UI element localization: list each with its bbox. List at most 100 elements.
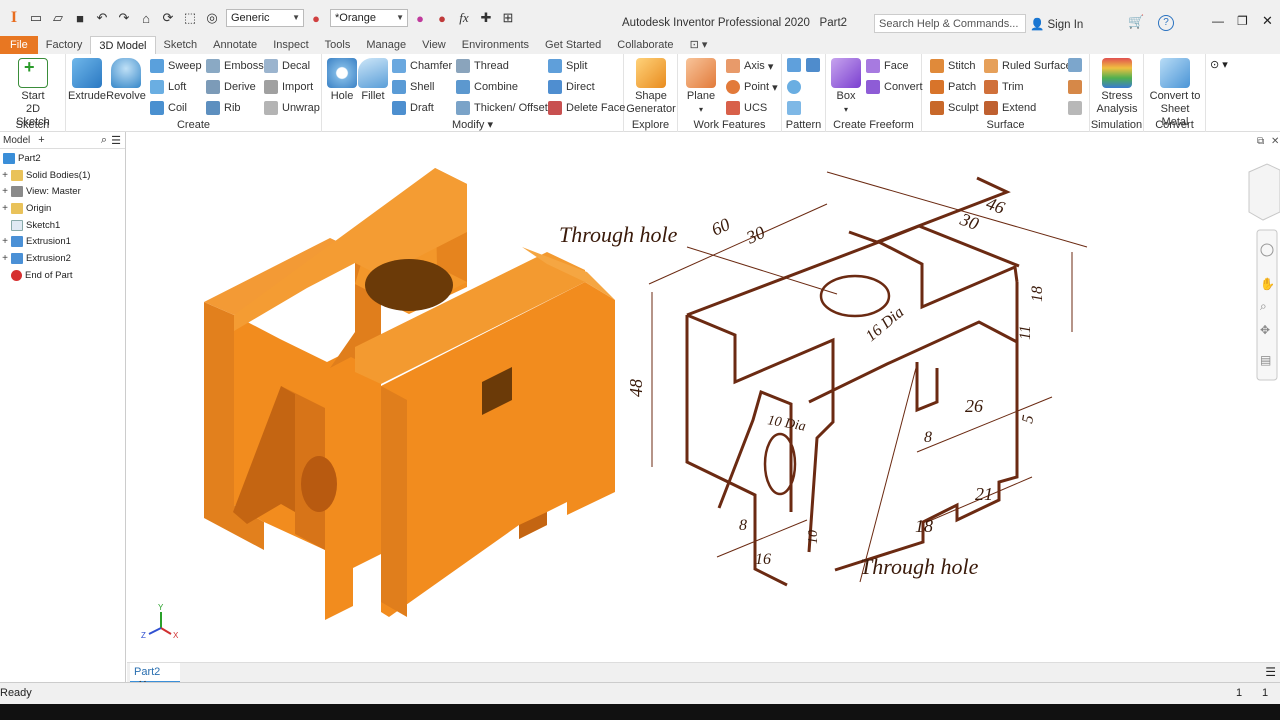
clear-icon[interactable]: ● — [432, 8, 452, 28]
revolve-button[interactable]: Revolve — [106, 58, 146, 103]
tab-sketch[interactable]: Sketch — [156, 36, 206, 54]
surface-tool-1-button[interactable] — [1068, 58, 1086, 72]
minimize-icon[interactable]: — — [1212, 14, 1224, 28]
expand-icon[interactable]: + — [0, 203, 10, 214]
ribbon-more-icon[interactable]: ⊙ ▾ — [1210, 58, 1228, 71]
loft-button[interactable]: Loft — [150, 80, 186, 94]
unwrap-button[interactable]: Unwrap — [264, 101, 320, 115]
tree-item-extrusion1[interactable]: + Extrusion1 — [0, 233, 125, 250]
extend-button[interactable]: Extend — [984, 101, 1036, 115]
appearance-icon[interactable]: ● — [306, 8, 326, 28]
restore-icon[interactable]: ❐ — [1237, 14, 1248, 28]
tab-3d-model[interactable]: 3D Model — [90, 36, 156, 54]
sign-in-link[interactable]: 👤 Sign In — [1030, 17, 1083, 31]
thread-button[interactable]: Thread — [456, 59, 509, 73]
viewport-maximize-icon[interactable]: ⧉ — [1257, 136, 1264, 147]
coil-button[interactable]: Coil — [150, 101, 187, 115]
cart-icon[interactable]: 🛒 — [1128, 14, 1144, 30]
redo-icon[interactable]: ↷ — [114, 8, 134, 28]
home-icon[interactable]: ⌂ — [136, 8, 156, 28]
plane-dropdown-icon[interactable]: ▾ — [699, 103, 703, 116]
plane-button[interactable]: Plane ▾ — [682, 58, 720, 116]
new-file-icon[interactable]: ▭ — [26, 8, 46, 28]
search-help-input[interactable]: Search Help & Commands... — [874, 14, 1026, 33]
open-file-icon[interactable]: ▱ — [48, 8, 68, 28]
box-dropdown-icon[interactable]: ▾ — [844, 103, 848, 116]
patch-button[interactable]: Patch — [930, 80, 976, 94]
add-icon[interactable]: ✚ — [476, 8, 496, 28]
tab-get-started[interactable]: Get Started — [537, 36, 609, 54]
rib-button[interactable]: Rib — [206, 101, 241, 115]
mirror-button[interactable] — [806, 58, 824, 72]
look-at-icon[interactable]: ▤ — [1260, 353, 1271, 367]
tab-tools[interactable]: Tools — [317, 36, 359, 54]
update-icon[interactable]: ⟳ — [158, 8, 178, 28]
fillet-button[interactable]: Fillet — [358, 58, 388, 103]
box-button[interactable]: Box ▾ — [830, 58, 862, 116]
rectangular-pattern-button[interactable] — [787, 58, 805, 72]
shape-generator-button[interactable]: Shape Generator — [626, 58, 676, 116]
expand-icon[interactable]: + — [0, 236, 10, 247]
tree-item-end-of-part[interactable]: End of Part — [0, 267, 125, 284]
view-cube[interactable] — [1248, 163, 1280, 221]
browser-search-icon[interactable]: ⌕ — [101, 134, 107, 147]
circular-pattern-button[interactable] — [787, 80, 805, 94]
stress-analysis-button[interactable]: Stress Analysis — [1094, 58, 1140, 116]
select-icon[interactable]: ⬚ — [180, 8, 200, 28]
doc-tabs-menu-icon[interactable]: ☰ — [1265, 665, 1276, 679]
save-icon[interactable]: ■ — [70, 8, 90, 28]
sculpt-button[interactable]: Sculpt — [930, 101, 979, 115]
orbit-icon[interactable]: ✥ — [1260, 323, 1270, 337]
decal-button[interactable]: Decal — [264, 59, 310, 73]
emboss-button[interactable]: Emboss — [206, 59, 264, 73]
trim-button[interactable]: Trim — [984, 80, 1024, 94]
tab-file[interactable]: File — [0, 36, 38, 54]
inventor-logo-icon[interactable]: I — [4, 6, 24, 30]
tree-item-view-master[interactable]: + View: Master — [0, 183, 125, 200]
delete-face-button[interactable]: Delete Face — [548, 101, 625, 115]
close-window-icon[interactable]: ✕ — [1262, 13, 1273, 29]
material-select[interactable]: Generic ▼ — [226, 9, 304, 27]
split-button[interactable]: Split — [548, 59, 587, 73]
surface-tool-2-button[interactable] — [1068, 80, 1086, 94]
browser-menu-icon[interactable]: ☰ — [111, 134, 121, 147]
sketch-pattern-button[interactable] — [787, 101, 805, 115]
axis-button[interactable]: Axis ▾ — [726, 59, 773, 73]
material-icon[interactable]: ◎ — [202, 8, 222, 28]
browser-add-icon[interactable]: + — [38, 134, 44, 146]
tab-factory[interactable]: Factory — [38, 36, 91, 54]
sweep-button[interactable]: Sweep — [150, 59, 202, 73]
tree-item-sketch1[interactable]: Sketch1 — [0, 217, 125, 234]
chamfer-button[interactable]: Chamfer — [392, 59, 452, 73]
help-icon[interactable]: ? — [1158, 15, 1174, 31]
zoom-icon[interactable]: ⌕ — [1260, 299, 1267, 313]
undo-icon[interactable]: ↶ — [92, 8, 112, 28]
expand-icon[interactable]: + — [0, 170, 10, 181]
tab-annotate[interactable]: Annotate — [205, 36, 265, 54]
ruled-surface-button[interactable]: Ruled Surface — [984, 59, 1072, 73]
orange-part-model[interactable] — [204, 168, 615, 620]
doc-tab-part2[interactable]: Part2 ✕ — [130, 663, 180, 691]
import-button[interactable]: Import — [264, 80, 313, 94]
ribbon-options-icon[interactable]: ⊡ ▾ — [682, 36, 716, 54]
thicken-offset-button[interactable]: Thicken/ Offset — [456, 101, 548, 115]
combine-button[interactable]: Combine — [456, 80, 518, 94]
surface-tool-3-button[interactable] — [1068, 101, 1086, 115]
tab-environments[interactable]: Environments — [454, 36, 537, 54]
ucs-button[interactable]: UCS — [726, 101, 767, 115]
hole-button[interactable]: Hole — [326, 58, 358, 103]
tab-inspect[interactable]: Inspect — [265, 36, 316, 54]
tab-manage[interactable]: Manage — [358, 36, 414, 54]
adjust-icon[interactable]: ● — [410, 8, 430, 28]
convert-freeform-button[interactable]: Convert — [866, 80, 923, 94]
pan-icon[interactable]: ✋ — [1260, 277, 1275, 291]
draft-button[interactable]: Draft — [392, 101, 434, 115]
customize-icon[interactable]: ⊞ — [498, 8, 518, 28]
fx-icon[interactable]: fx — [454, 8, 474, 28]
expand-icon[interactable]: + — [0, 253, 10, 264]
expand-icon[interactable]: + — [0, 186, 10, 197]
derive-button[interactable]: Derive — [206, 80, 256, 94]
viewport-canvas[interactable]: Through hole 60 30 46 30 16 Dia 18 11 48… — [127, 132, 1280, 662]
face-button[interactable]: Face — [866, 59, 908, 73]
graphics-viewport[interactable]: Through hole 60 30 46 30 16 Dia 18 11 48… — [127, 132, 1280, 662]
